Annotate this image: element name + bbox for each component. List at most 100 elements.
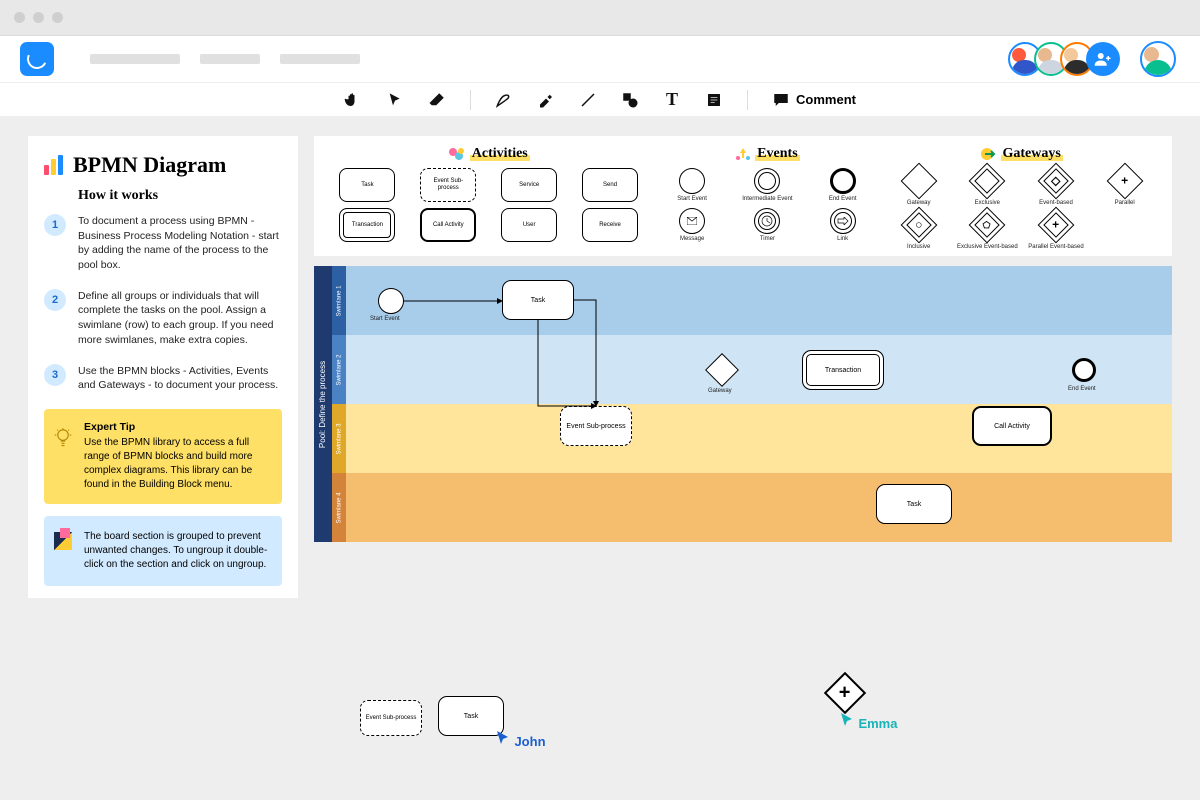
node-task[interactable]: Task: [502, 280, 574, 320]
note-tool-icon[interactable]: [705, 91, 723, 109]
palette-title: Gateways: [1001, 146, 1063, 161]
group-note: The board section is grouped to prevent …: [44, 516, 282, 586]
comment-icon: [772, 91, 790, 109]
step-text: To document a process using BPMN - Busin…: [78, 214, 282, 273]
window-dot: [52, 12, 63, 23]
canvas[interactable]: BPMN Diagram How it works 1 To document a…: [0, 116, 1200, 618]
palette-title: Events: [755, 146, 799, 161]
toolbar: T Comment: [0, 82, 1200, 116]
app-logo[interactable]: [20, 42, 54, 76]
shape-link-event[interactable]: [830, 208, 856, 234]
window-dot: [33, 12, 44, 23]
cursor-icon: [840, 712, 854, 728]
comment-label: Comment: [796, 92, 856, 107]
cursor-icon: [496, 730, 510, 746]
add-collaborator-button[interactable]: [1086, 42, 1120, 76]
shape-send[interactable]: Send: [582, 168, 638, 202]
cursor-emma: Emma: [840, 712, 897, 733]
pool-label: Pool: Define the process: [314, 266, 332, 542]
eraser-tool-icon[interactable]: [428, 91, 446, 109]
comment-button[interactable]: Comment: [772, 91, 856, 109]
palette-title: Activities: [470, 146, 530, 161]
gateways-icon: [981, 147, 997, 161]
node-call-activity[interactable]: Call Activity: [972, 406, 1052, 446]
tip-text: Use the BPMN library to access a full ra…: [84, 436, 270, 492]
main-area: Activities Task Event Sub-process Servic…: [314, 136, 1172, 598]
step-text: Define all groups or individuals that wi…: [78, 289, 282, 348]
shape-event-based[interactable]: ◇: [1038, 163, 1075, 200]
shape-transaction[interactable]: Transaction: [339, 208, 395, 242]
shape-gateway[interactable]: [900, 163, 937, 200]
node-event-subprocess[interactable]: Event Sub-process: [560, 406, 632, 446]
current-user-avatar[interactable]: [1140, 41, 1176, 77]
text-tool-icon[interactable]: T: [663, 91, 681, 109]
highlighter-tool-icon[interactable]: [537, 91, 555, 109]
shape-task[interactable]: Task: [339, 168, 395, 202]
cursor-john: John: [496, 730, 546, 751]
collaborator-avatars: [1016, 41, 1176, 77]
shape-parallel-event-based[interactable]: +: [1038, 207, 1075, 244]
swimlane[interactable]: Swimlane 4: [332, 473, 1172, 542]
shape-palette: Activities Task Event Sub-process Servic…: [314, 136, 1172, 256]
shape-tool-icon[interactable]: [621, 91, 639, 109]
shape-message-event[interactable]: [679, 208, 705, 234]
toolbar-divider: [470, 90, 471, 110]
shape-end-event[interactable]: [830, 168, 856, 194]
pen-tool-icon[interactable]: [495, 91, 513, 109]
hand-tool-icon[interactable]: [344, 91, 362, 109]
breadcrumb-placeholder: [280, 54, 360, 64]
floating-shape-parallel-gateway[interactable]: +: [830, 678, 860, 708]
shape-receive[interactable]: Receive: [582, 208, 638, 242]
browser-chrome: [0, 0, 1200, 36]
breadcrumb-placeholder: [90, 54, 180, 64]
shape-exclusive-event-based[interactable]: ⬠: [969, 207, 1006, 244]
node-end-event[interactable]: [1072, 358, 1096, 382]
node-transaction[interactable]: Transaction: [802, 350, 884, 390]
node-task[interactable]: Task: [876, 484, 952, 524]
shape-service[interactable]: Service: [501, 168, 557, 202]
toolbar-divider: [747, 90, 748, 110]
activities-icon: [448, 147, 466, 161]
swimlane[interactable]: Swimlane 1: [332, 266, 1172, 335]
step-number: 3: [44, 364, 66, 386]
window-dot: [14, 12, 25, 23]
group-icon: [54, 532, 72, 550]
floating-shape-task[interactable]: Task: [438, 696, 504, 736]
shape-intermediate-event[interactable]: [754, 168, 780, 194]
bpmn-pool[interactable]: Pool: Define the process Swimlane 1 Swim…: [314, 266, 1172, 542]
panel-subtitle: How it works: [78, 188, 282, 204]
tip-title: Expert Tip: [84, 421, 270, 433]
note-text: The board section is grouped to prevent …: [84, 530, 270, 572]
palette-events: Events Start Event Intermediate Event En…: [658, 146, 878, 250]
shape-parallel[interactable]: +: [1106, 163, 1143, 200]
events-icon: [735, 147, 751, 161]
step-text: Use the BPMN blocks - Activities, Events…: [78, 364, 282, 393]
chart-icon: [44, 155, 63, 175]
node-label: Gateway: [708, 388, 732, 394]
node-label: Start Event: [370, 316, 400, 322]
node-start-event[interactable]: [378, 288, 404, 314]
swimlane[interactable]: Swimlane 2: [332, 335, 1172, 404]
step-number: 2: [44, 289, 66, 311]
palette-activities: Activities Task Event Sub-process Servic…: [330, 146, 648, 250]
shape-timer-event[interactable]: [754, 208, 780, 234]
shape-start-event[interactable]: [679, 168, 705, 194]
shape-inclusive[interactable]: ○: [900, 207, 937, 244]
cursor-label: Emma: [858, 716, 897, 731]
step-number: 1: [44, 214, 66, 236]
floating-shape-subprocess[interactable]: Event Sub-process: [360, 700, 422, 736]
top-bar: [0, 36, 1200, 82]
pointer-tool-icon[interactable]: [386, 91, 404, 109]
shape-exclusive[interactable]: [969, 163, 1006, 200]
panel-title: BPMN Diagram: [73, 152, 226, 178]
cursor-label: John: [514, 734, 545, 749]
shape-user[interactable]: User: [501, 208, 557, 242]
shape-event-subprocess[interactable]: Event Sub-process: [420, 168, 476, 202]
info-panel: BPMN Diagram How it works 1 To document a…: [28, 136, 298, 598]
palette-gateways: Gateways Gateway Exclusive ◇Event-based …: [887, 146, 1156, 250]
lightbulb-icon: [54, 427, 72, 449]
breadcrumb-placeholder: [200, 54, 260, 64]
node-label: End Event: [1068, 386, 1096, 392]
line-tool-icon[interactable]: [579, 91, 597, 109]
shape-call-activity[interactable]: Call Activity: [420, 208, 476, 242]
